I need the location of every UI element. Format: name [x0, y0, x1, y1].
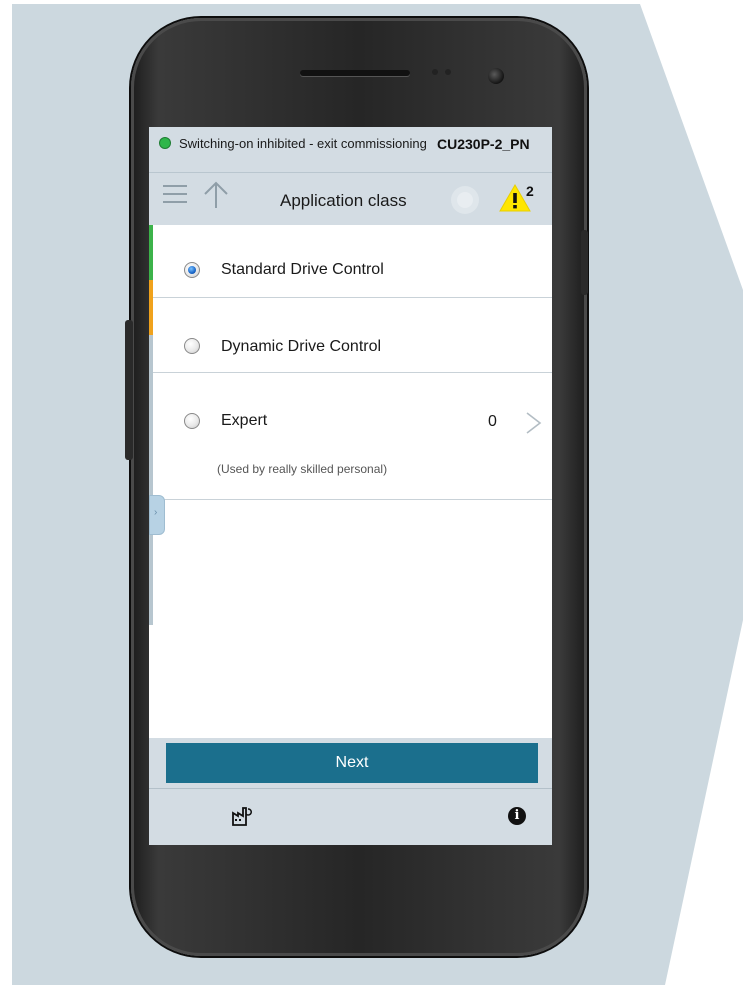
hamburger-menu-icon[interactable] — [163, 183, 187, 205]
arrow-up-icon[interactable] — [203, 181, 229, 209]
option-label: Standard Drive Control — [221, 261, 384, 278]
status-bar: Switching-on inhibited - exit commission… — [149, 127, 552, 173]
side-button-left — [125, 320, 133, 460]
option-standard-drive-control[interactable]: Standard Drive Control — [153, 225, 552, 298]
option-label: Dynamic Drive Control — [221, 338, 382, 355]
phone-speaker — [300, 70, 410, 76]
circle-stop-icon — [451, 186, 479, 214]
side-button-right — [581, 230, 588, 295]
phone-sensor — [432, 69, 438, 75]
side-drawer-handle[interactable]: › — [149, 495, 165, 535]
option-label: Expert — [221, 412, 268, 429]
drawer-chevron-icon: › — [154, 507, 158, 518]
radio-dynamic-drive-control[interactable] — [184, 338, 200, 354]
option-count: 0 — [488, 413, 497, 430]
app-screen: Switching-on inhibited - exit commission… — [149, 127, 552, 845]
status-indicator-icon — [160, 138, 170, 148]
phone-camera — [488, 68, 504, 84]
chevron-right-icon[interactable] — [524, 411, 542, 435]
radio-standard-drive-control[interactable] — [184, 262, 200, 278]
option-subtitle: (Used by really skilled personal) — [217, 462, 388, 476]
option-list: Standard Drive Control Dynamic Drive Con… — [149, 225, 552, 738]
factory-reset-icon[interactable] — [232, 806, 252, 826]
info-icon[interactable]: i — [508, 807, 526, 825]
footer-bar: Next i — [149, 738, 552, 845]
phone-sensor — [445, 69, 451, 75]
device-name: CU230P-2_PN — [437, 136, 530, 152]
option-expert[interactable]: Expert (Used by really skilled personal)… — [153, 373, 552, 500]
page-title: Application class — [280, 191, 407, 210]
option-dynamic-drive-control[interactable]: Dynamic Drive Control — [153, 298, 552, 373]
toolbar: Application class 2 — [149, 173, 552, 225]
status-message: Switching-on inhibited - exit commission… — [179, 136, 427, 151]
warning-count: 2 — [526, 183, 534, 199]
next-button[interactable]: Next — [166, 743, 538, 783]
footer-divider — [149, 788, 552, 789]
radio-expert[interactable] — [184, 413, 200, 429]
